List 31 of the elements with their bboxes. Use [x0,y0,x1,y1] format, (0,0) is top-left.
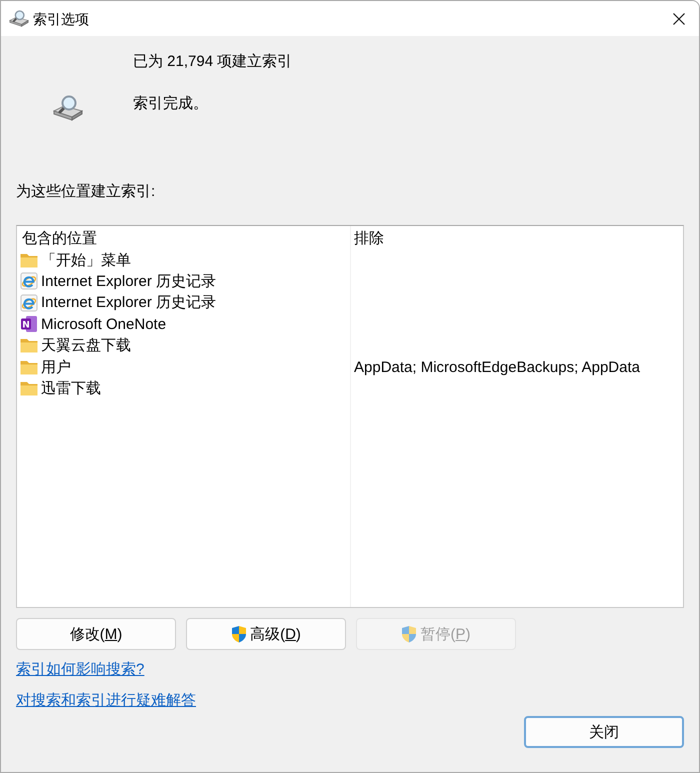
action-button: 暂停(P) [356,618,516,650]
folder-icon [20,380,38,396]
column-header[interactable]: 排除 [350,228,384,250]
table-cell-text: AppData; MicrosoftEdgeBackups; AppData [354,358,640,378]
shield-icon [401,625,418,643]
table-cell-text: Internet Explorer 历史记录 [41,293,216,314]
index-count-text: 已为 21,794 项建立索引 [133,52,292,72]
action-button[interactable]: 高级(D) [186,618,346,650]
magnifier-drive-icon [53,95,83,121]
locations-label: 为这些位置建立索引: [16,182,156,202]
shield-icon [231,625,248,643]
table-cell-text: Microsoft OneNote [41,314,166,335]
folder-icon [20,252,38,268]
magnifier-drive-icon [9,10,29,27]
table-cell-text: Internet Explorer 历史记录 [41,272,216,292]
e-logo-icon [20,272,38,290]
close-button[interactable]: 关闭 [524,716,684,748]
help-link[interactable]: 对搜索和索引进行疑难解答 [16,691,196,711]
column-header[interactable]: 包含的位置 [17,228,97,250]
e-logo-icon [20,294,38,312]
folder-icon [20,338,38,354]
table-cell-text: 迅雷下载 [41,378,101,399]
table-cell-text: 「开始」菜单 [41,250,131,271]
table-cell-text: 天翼云盘下载 [41,336,131,356]
close-icon [672,12,684,24]
folder-icon [20,360,38,375]
table-cell-text: 用户 [41,358,71,378]
window-title: 索引选项 [33,10,89,28]
help-link[interactable]: 索引如何影响搜索? [16,660,144,680]
index-status-text: 索引完成。 [133,94,208,114]
action-button[interactable]: 修改(M) [16,618,176,650]
